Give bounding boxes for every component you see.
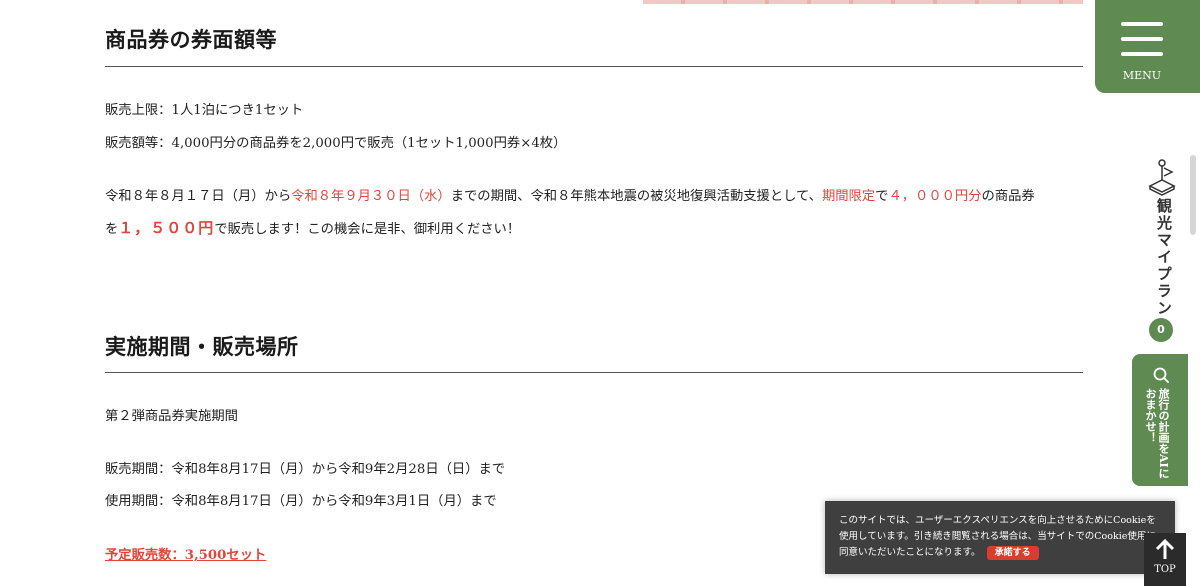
header-image-strip [643, 0, 1083, 4]
promo-text: の商品券 [981, 189, 1035, 204]
period-subtitle: 第２弾商品券実施期間 [105, 409, 238, 424]
promo-text: を [105, 222, 119, 237]
promo-text: で販売します！この機会に是非、御利用ください！ [214, 222, 521, 237]
my-plan-label: 観光マイプラン [1155, 198, 1173, 317]
ai-planner-label: 旅行の計画をAIにおまかせ！ [1144, 388, 1170, 479]
promo-text: までの期間、令和８年熊本地震の被災地復興活動支援として、 [450, 189, 822, 204]
sale-limit-text: 販売上限：1人1泊につき1セット [105, 103, 304, 118]
travel-book-icon [1148, 159, 1176, 196]
promo-limited-label: 期間限定 [821, 189, 876, 204]
back-to-top-button[interactable]: TOP [1144, 533, 1186, 586]
promo-line-2: を１，５００円で販売します！この機会に是非、御利用ください！ [105, 217, 520, 238]
hamburger-icon [1121, 37, 1163, 41]
arrow-up-icon [1155, 539, 1175, 559]
cookie-message: このサイトでは、ユーザーエクスペリエンスを向上させるためにCookieを使用して… [839, 513, 1165, 561]
sale-price-text: 販売額等：4,000円分の商品券を2,000円で販売（1セット1,000円券×4… [105, 136, 567, 151]
use-period-text: 使用期間：令和8年8月17日（月）から令和9年3月1日（月）まで [105, 494, 497, 509]
planned-sales-link[interactable]: 予定販売数：3,500セット [105, 544, 266, 563]
my-plan-button[interactable]: 観光マイプラン 0 [1140, 150, 1184, 345]
section-title-period: 実施期間・販売場所 [105, 334, 299, 359]
promo-end-date: 令和８年９月３０日（水） [291, 189, 451, 204]
menu-label: MENU [1122, 69, 1162, 82]
plan-count-badge: 0 [1149, 318, 1173, 342]
section-title-voucher: 商品券の券面額等 [105, 27, 277, 52]
promo-voucher-value: ４，０００円分 [888, 189, 982, 204]
hamburger-icon [1121, 22, 1163, 26]
ai-planner-button[interactable]: 旅行の計画をAIにおまかせ！ [1132, 354, 1188, 486]
cookie-banner: このサイトでは、ユーザーエクスペリエンスを向上させるためにCookieを使用して… [825, 501, 1175, 574]
section-divider [105, 372, 1083, 373]
section-divider [105, 66, 1083, 67]
promo-line-1: 令和８年８月１７日（月）から令和８年９月３０日（水）までの期間、令和８年熊本地震… [105, 185, 1035, 204]
menu-button[interactable]: MENU [1095, 0, 1200, 93]
hamburger-icon [1121, 52, 1163, 56]
cookie-accept-button[interactable]: 承諾する [986, 546, 1039, 560]
promo-text: で [875, 189, 889, 204]
promo-text: 令和８年８月１７日（月）から [105, 189, 292, 204]
planned-sales-text[interactable]: 予定販売数：3,500セット [105, 548, 266, 563]
promo-sale-price: １，５００円 [118, 219, 215, 237]
scrollbar[interactable] [1190, 155, 1196, 235]
ai-search-icon [1153, 367, 1169, 383]
top-label: TOP [1154, 564, 1176, 575]
sale-period-text: 販売期間：令和8年8月17日（月）から令和9年2月28日（日）まで [105, 462, 506, 477]
